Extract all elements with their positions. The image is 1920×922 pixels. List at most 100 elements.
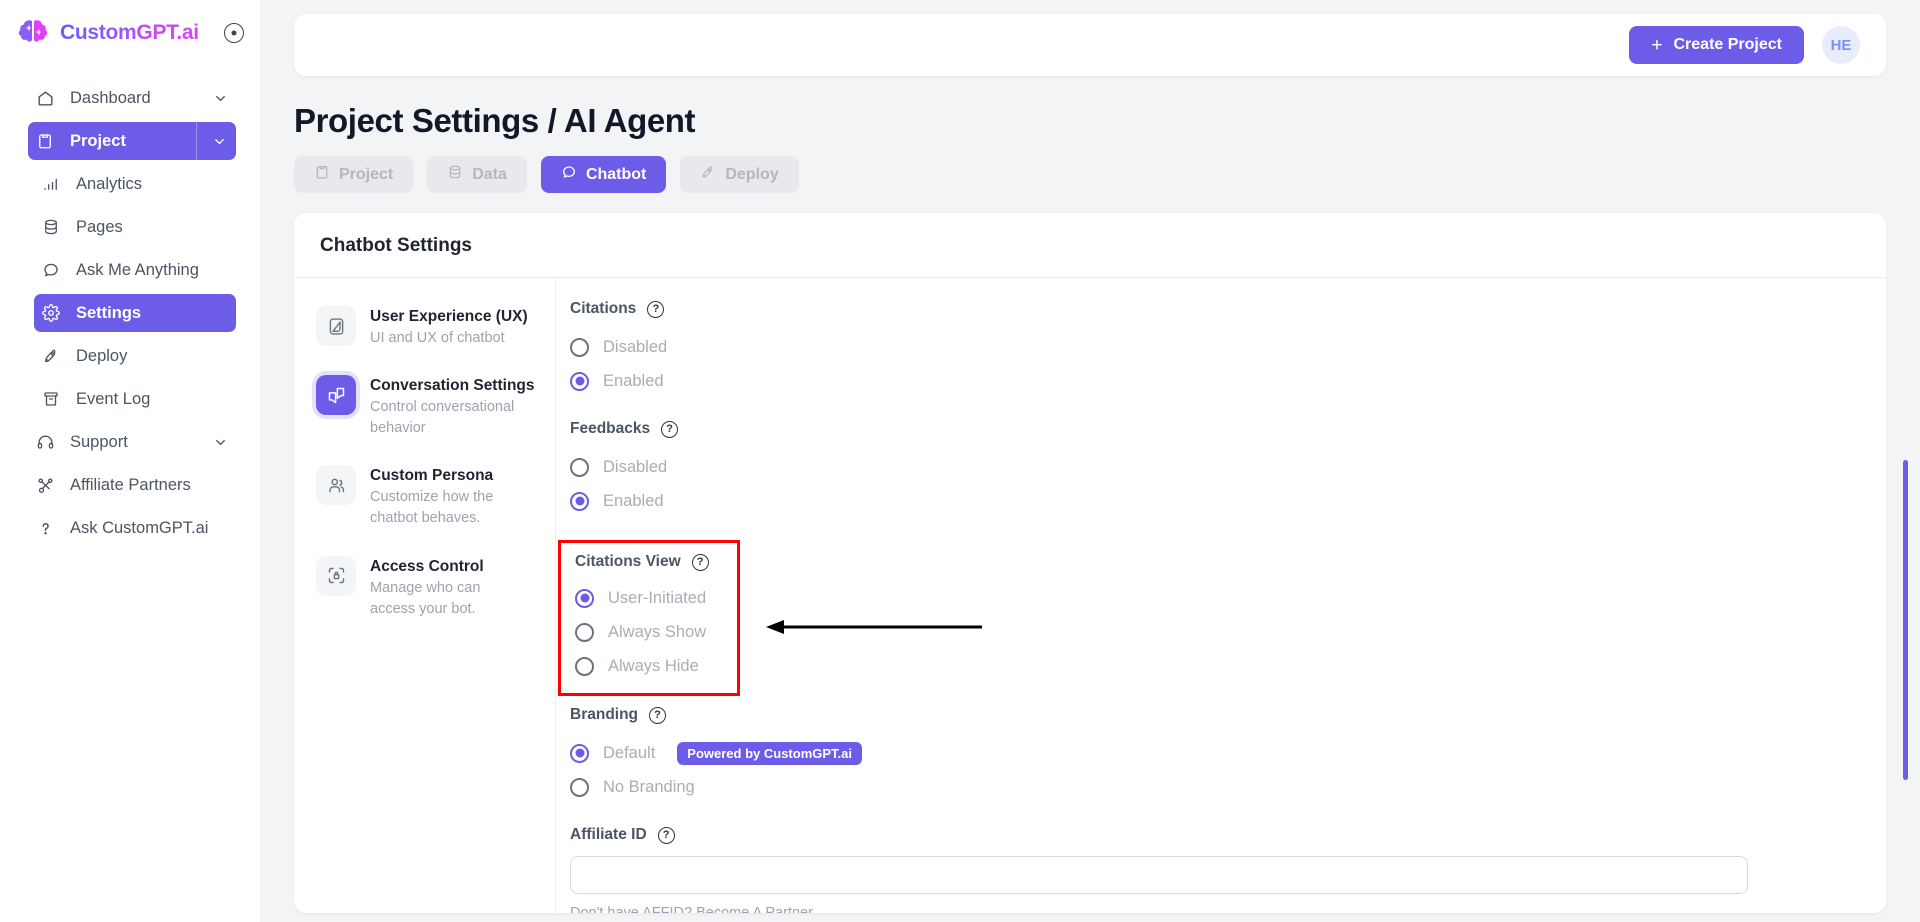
conversation-icon [316, 375, 356, 416]
sidebar-item-affiliate-partners[interactable]: Affiliate Partners [28, 466, 236, 504]
sidebar-item-label: Analytics [76, 174, 143, 193]
top-bar: + Create Project HE [294, 14, 1886, 76]
tab-project[interactable]: Project [294, 156, 414, 193]
settings-nav-title: Access Control [370, 557, 484, 575]
feedbacks-label: Feedbacks [570, 420, 651, 437]
radio-button-selected[interactable] [570, 743, 589, 763]
citations-view-option-always-show[interactable]: Always Show [575, 615, 723, 649]
branding-option-no-branding[interactable]: No Branding [570, 770, 1846, 804]
settings-side-nav: User Experience (UX) UI and UX of chatbo… [294, 278, 556, 913]
clipboard-icon [34, 130, 56, 152]
chevron-down-icon[interactable] [213, 435, 228, 450]
tab-chatbot[interactable]: Chatbot [540, 156, 667, 193]
settings-content-pane: Citations ? Disabled Enabled Feedbacks ?… [556, 278, 1886, 913]
rocket-icon [700, 164, 716, 185]
help-icon[interactable]: ? [691, 553, 709, 571]
sidebar: CustomGPT.ai Dashboard Project Analytics… [0, 0, 260, 922]
sidebar-item-label: Project [70, 131, 126, 150]
sidebar-item-support[interactable]: Support [28, 423, 236, 461]
sidebar-item-project[interactable]: Project [28, 122, 236, 160]
sidebar-item-ask-customgpt[interactable]: Ask CustomGPT.ai [28, 509, 236, 547]
home-icon [34, 87, 56, 109]
radio-button[interactable] [570, 337, 589, 357]
page-title: Project Settings / AI Agent [294, 102, 696, 139]
radio-label: No Branding [603, 777, 695, 796]
radio-button[interactable] [575, 656, 594, 676]
settings-nav-item-conversation-settings[interactable]: Conversation Settings Control conversati… [310, 367, 543, 447]
radio-button[interactable] [575, 622, 594, 642]
chatbot-settings-card: Chatbot Settings User Experience (UX) UI… [294, 213, 1886, 913]
palette-icon [316, 306, 356, 346]
chevron-down-icon[interactable] [213, 91, 228, 106]
help-icon[interactable]: ? [647, 300, 665, 318]
database-icon [447, 164, 463, 185]
affiliate-id-input[interactable] [570, 856, 1748, 894]
vertical-scrollbar[interactable] [1903, 460, 1908, 780]
settings-nav-title: Custom Persona [370, 467, 494, 485]
clipboard-icon [314, 164, 330, 185]
settings-nav-desc: UI and UX of chatbot [370, 330, 505, 347]
radio-label: Always Hide [608, 656, 699, 675]
sidebar-item-dashboard[interactable]: Dashboard [28, 79, 236, 117]
feedbacks-option-disabled[interactable]: Disabled [570, 450, 1846, 484]
settings-nav-desc: Manage who can access your bot. [370, 579, 481, 617]
radio-label: Default [603, 743, 656, 762]
affiliate-label: Affiliate ID [570, 826, 647, 843]
radio-label: Enabled [603, 491, 664, 510]
sidebar-nav: Dashboard Project Analytics Pages Ask Me… [0, 66, 260, 547]
brand-name: CustomGPT.ai [60, 21, 199, 44]
settings-nav-item-custom-persona[interactable]: Custom Persona Customize how the chatbot… [310, 457, 543, 537]
citations-view-highlight-box: Citations View ? User-Initiated Always S… [558, 540, 740, 696]
card-header: Chatbot Settings [294, 213, 1886, 278]
help-icon[interactable]: ? [657, 826, 675, 844]
affiliate-group: Affiliate ID ? Don't have AFFID? Become … [570, 826, 1846, 913]
radio-button-selected[interactable] [570, 371, 589, 391]
sidebar-item-label: Affiliate Partners [70, 475, 191, 494]
feedbacks-option-enabled[interactable]: Enabled [570, 484, 1846, 518]
sidebar-item-settings[interactable]: Settings [34, 294, 236, 332]
tab-data[interactable]: Data [427, 156, 527, 193]
radio-button[interactable] [570, 457, 589, 477]
sidebar-item-label: Deploy [76, 346, 128, 365]
settings-nav-item-user-experience[interactable]: User Experience (UX) UI and UX of chatbo… [310, 298, 543, 357]
gear-icon [40, 302, 62, 324]
help-icon[interactable]: ? [661, 420, 679, 438]
chat-bubble-icon [561, 164, 577, 185]
citations-view-option-always-hide[interactable]: Always Hide [575, 649, 723, 683]
tab-deploy[interactable]: Deploy [680, 156, 799, 193]
affiliate-label-row: Affiliate ID ? [570, 826, 1846, 844]
help-icon[interactable]: ? [649, 706, 667, 724]
sidebar-item-pages[interactable]: Pages [34, 208, 236, 246]
avatar[interactable]: HE [1822, 26, 1860, 64]
collapse-circle-icon[interactable] [224, 23, 244, 43]
brand-row: CustomGPT.ai [0, 0, 260, 66]
affiliate-helper-prefix: Don't have AFFID? [570, 905, 693, 913]
settings-nav-desc: Customize how the chatbot behaves. [370, 489, 494, 527]
tab-bar: Project Data Chatbot Deploy [294, 156, 1886, 193]
citations-view-label: Citations View [575, 553, 681, 570]
citations-option-disabled[interactable]: Disabled [570, 330, 1846, 364]
database-icon [40, 216, 62, 238]
question-mark-icon [34, 517, 56, 539]
sidebar-item-label: Ask CustomGPT.ai [70, 518, 209, 537]
chevron-down-icon[interactable] [196, 122, 242, 160]
sidebar-item-analytics[interactable]: Analytics [34, 165, 236, 203]
tab-label: Project [339, 165, 394, 183]
citations-option-enabled[interactable]: Enabled [570, 364, 1846, 398]
citations-view-option-user-initiated[interactable]: User-Initiated [575, 581, 723, 615]
radio-button-selected[interactable] [575, 588, 594, 608]
radio-button[interactable] [570, 777, 589, 797]
radio-label: User-Initiated [608, 588, 707, 607]
create-project-button[interactable]: + Create Project [1629, 26, 1804, 64]
branding-label: Branding [570, 706, 639, 723]
settings-nav-title: Conversation Settings [370, 377, 535, 395]
sidebar-item-deploy[interactable]: Deploy [34, 337, 236, 375]
branding-option-default[interactable]: Default Powered by CustomGPT.ai [570, 736, 1846, 770]
sidebar-item-label: Settings [76, 303, 142, 322]
radio-button-selected[interactable] [570, 491, 589, 511]
sidebar-item-event-log[interactable]: Event Log [34, 380, 236, 418]
sidebar-item-ask-me-anything[interactable]: Ask Me Anything [34, 251, 236, 289]
become-a-partner-link[interactable]: Become A Partner [696, 905, 813, 913]
settings-nav-item-access-control[interactable]: Access Control Manage who can access you… [310, 548, 543, 628]
plus-icon: + [1651, 34, 1663, 56]
